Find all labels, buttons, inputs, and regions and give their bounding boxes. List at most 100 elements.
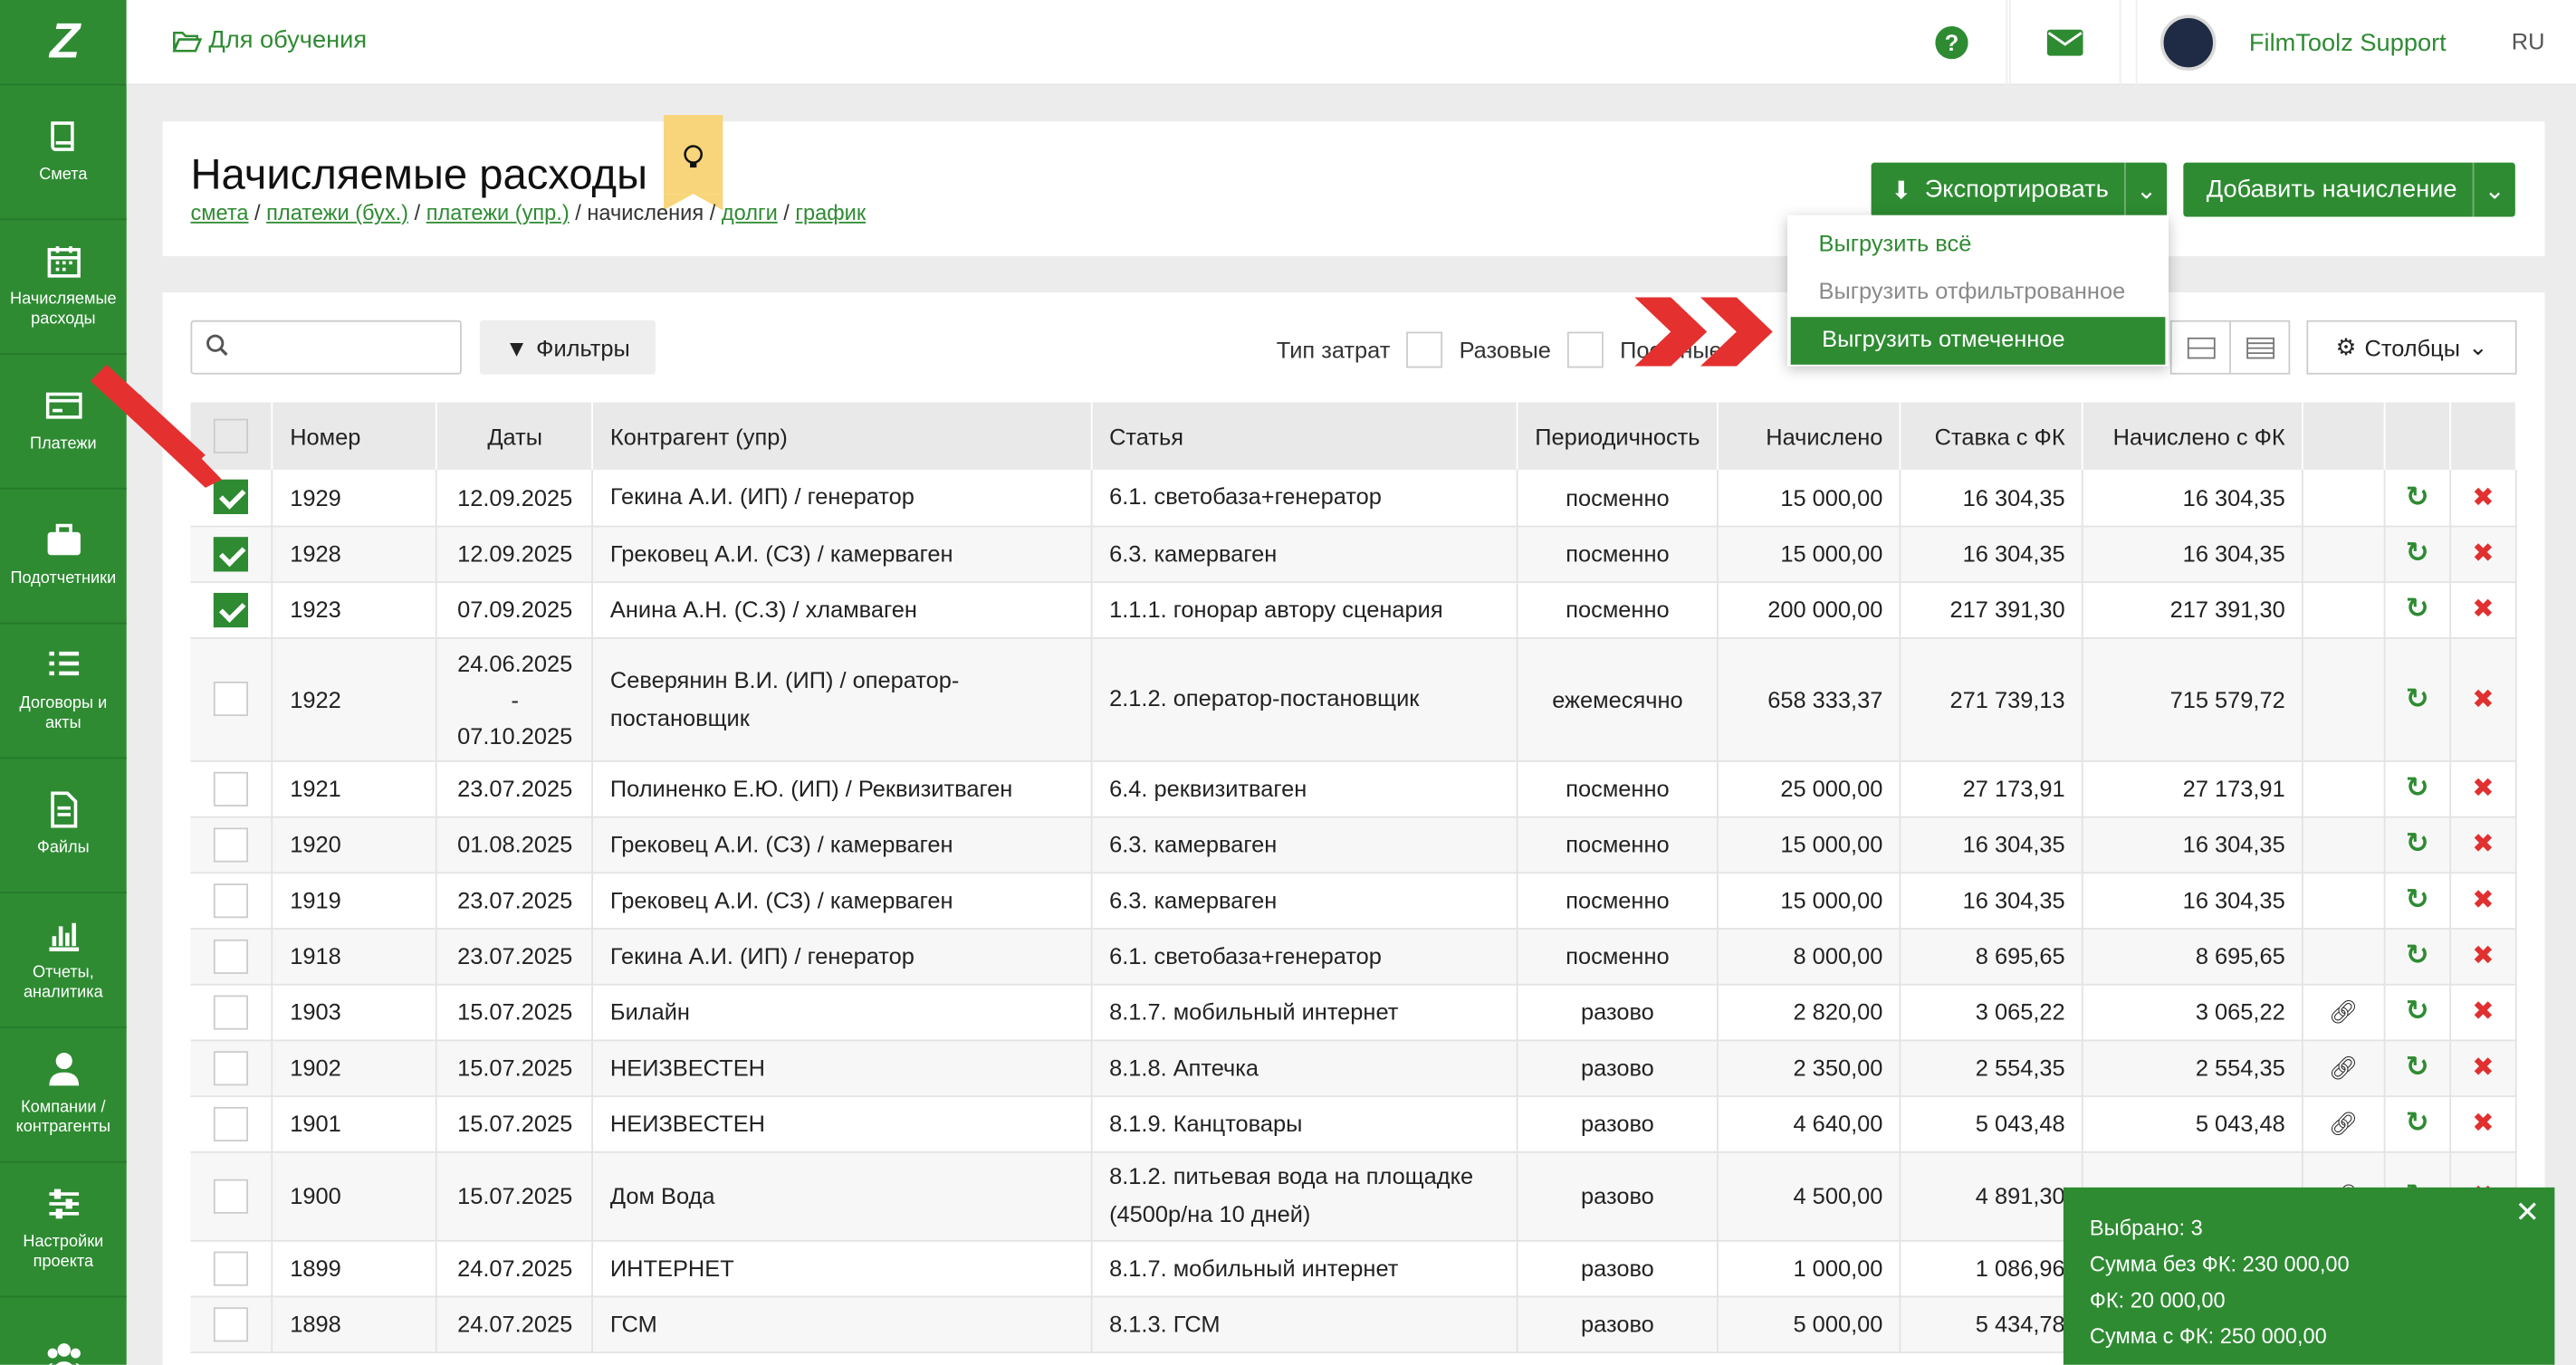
row-checkbox[interactable] (214, 1050, 249, 1085)
column-header[interactable]: Начислено с ФК (2082, 402, 2303, 470)
sidebar-item-5[interactable]: Файлы (0, 759, 127, 894)
column-header[interactable]: Периодичность (1517, 402, 1719, 470)
table-row[interactable]: 1903 15.07.2025 Билайн 8.1.7. мобильный инт… (190, 983, 2517, 1041)
column-header[interactable] (2450, 402, 2517, 470)
table-row[interactable]: 1920 01.08.2025 Грековец А.И. (СЗ) / камер… (190, 816, 2517, 873)
export-selected-item[interactable]: Выгрузить отмеченное (1790, 317, 2166, 365)
view-dense-button[interactable] (2229, 321, 2288, 373)
sidebar-item-7[interactable]: Компании / контрагенты (0, 1028, 127, 1163)
cell-periodicity: посменно (1517, 525, 1719, 583)
table-row[interactable]: 1929 12.09.2025 Гекина А.И. (ИП) / генерат… (190, 469, 2517, 527)
search-input[interactable] (190, 320, 462, 375)
sidebar-item-1[interactable]: Начисляемые расходы (0, 220, 127, 355)
language-switch[interactable]: RU (2512, 28, 2545, 54)
link-icon[interactable]: 🔗︎ (2329, 1054, 2358, 1080)
lightbulb-bookmark[interactable] (664, 115, 723, 211)
refresh-icon[interactable]: ↻ (2406, 883, 2429, 914)
export-all-item[interactable]: Выгрузить всё (1787, 222, 2169, 270)
column-header[interactable]: Контрагент (упр) (592, 402, 1093, 470)
row-checkbox[interactable] (214, 1105, 249, 1141)
refresh-icon[interactable]: ↻ (2406, 996, 2429, 1026)
sum-with-fk: Сумма с ФК: 250 000,00 (2089, 1323, 2327, 1349)
breadcrumb-item[interactable]: платежи (бух.) (266, 200, 408, 224)
link-icon[interactable]: 🔗︎ (2329, 998, 2358, 1024)
delete-icon[interactable]: ✖ (2472, 831, 2494, 859)
refresh-icon[interactable]: ↻ (2406, 537, 2429, 568)
table-row[interactable]: 1919 23.07.2025 Грековец А.И. (СЗ) / камер… (190, 872, 2517, 930)
view-compact-button[interactable] (2172, 322, 2230, 373)
table-row[interactable]: 1922 24.06.2025 - 07.10.2025 Северянин В.И… (190, 636, 2517, 761)
refresh-icon[interactable]: ↻ (2406, 593, 2429, 624)
periodic-checkbox[interactable] (1567, 331, 1604, 368)
row-checkbox[interactable] (214, 883, 249, 918)
row-checkbox[interactable] (214, 1178, 249, 1213)
column-header[interactable]: Ставка с ФК (1900, 402, 2083, 470)
column-header[interactable]: Начислено (1718, 402, 1901, 470)
sidebar-item-9[interactable] (0, 1297, 127, 1365)
messages-button[interactable] (2009, 0, 2121, 86)
user-menu[interactable]: FilmToolz Support (2135, 0, 2576, 86)
row-checkbox[interactable] (214, 826, 249, 862)
breadcrumb-item[interactable]: долги (722, 200, 778, 224)
table-row[interactable]: 1923 07.09.2025 Анина А.Н. (С.З) / хламваг… (190, 581, 2517, 638)
delete-icon[interactable]: ✖ (2472, 597, 2494, 625)
columns-button[interactable]: ⚙ Столбцы ⌄ (2306, 320, 2517, 375)
delete-icon[interactable]: ✖ (2472, 1055, 2494, 1083)
delete-icon[interactable]: ✖ (2472, 1111, 2494, 1139)
breadcrumb-item[interactable]: график (795, 200, 866, 224)
sidebar-item-8[interactable]: Настройки проекта (0, 1163, 127, 1298)
close-icon[interactable]: ✕ (2515, 1194, 2540, 1230)
export-filtered-item[interactable]: Выгрузить отфильтрованное (1787, 270, 2169, 318)
row-checkbox[interactable] (214, 1306, 249, 1341)
filters-button[interactable]: ▼ Фильтры (479, 320, 656, 375)
sidebar-item-6[interactable]: Отчеты, аналитика (0, 893, 127, 1028)
refresh-icon[interactable]: ↻ (2406, 772, 2429, 803)
table-row[interactable]: 1921 23.07.2025 Полиненко Е.Ю. (ИП) / Рекв… (190, 760, 2517, 817)
row-checkbox[interactable] (214, 1250, 249, 1285)
delete-icon[interactable]: ✖ (2472, 686, 2494, 714)
row-checkbox[interactable] (214, 681, 249, 717)
export-caret[interactable]: ⌄ (2124, 162, 2167, 217)
refresh-icon[interactable]: ↻ (2406, 827, 2429, 858)
column-header[interactable]: Статья (1092, 402, 1518, 470)
refresh-icon[interactable]: ↻ (2406, 682, 2429, 713)
column-header[interactable]: Номер (273, 402, 438, 470)
one-time-checkbox[interactable] (1406, 331, 1443, 368)
breadcrumb-item[interactable]: смета (190, 200, 248, 224)
link-icon[interactable]: 🔗︎ (2329, 1110, 2358, 1136)
export-button[interactable]: ⬇ Экспортировать ⌄ (1871, 162, 2168, 217)
row-checkbox[interactable] (214, 770, 249, 806)
app-logo[interactable]: Z (0, 0, 127, 86)
column-header[interactable] (2302, 402, 2386, 470)
refresh-icon[interactable]: ↻ (2406, 481, 2429, 511)
cell-dates: 07.09.2025 (436, 581, 594, 638)
table-row[interactable]: 1901 15.07.2025 НЕИЗВЕСТЕН 8.1.9. Канцтовар… (190, 1095, 2517, 1152)
delete-icon[interactable]: ✖ (2472, 484, 2494, 512)
row-checkbox[interactable] (214, 592, 249, 627)
table-row[interactable]: 1928 12.09.2025 Грековец А.И. (СЗ) / камер… (190, 525, 2517, 583)
delete-icon[interactable]: ✖ (2472, 775, 2494, 803)
row-checkbox[interactable] (214, 536, 249, 571)
refresh-icon[interactable]: ↻ (2406, 1107, 2429, 1138)
table-row[interactable]: 1918 23.07.2025 Гекина А.И. (ИП) / генерат… (190, 928, 2517, 985)
add-caret[interactable]: ⌄ (2472, 162, 2515, 217)
sidebar-item-0[interactable]: Смета (0, 85, 127, 221)
delete-icon[interactable]: ✖ (2472, 887, 2494, 915)
sidebar-item-3[interactable]: Подотчетники (0, 490, 127, 625)
delete-icon[interactable]: ✖ (2472, 942, 2494, 970)
row-checkbox[interactable] (214, 994, 249, 1029)
refresh-icon[interactable]: ↻ (2406, 940, 2429, 970)
refresh-icon[interactable]: ↻ (2406, 1051, 2429, 1082)
cell-contractor: Грековец А.И. (СЗ) / камерваген (592, 816, 1093, 873)
help-button[interactable]: ? (1896, 0, 2008, 86)
delete-icon[interactable]: ✖ (2472, 998, 2494, 1026)
sidebar-item-4[interactable]: Договоры и акты (0, 624, 127, 759)
column-header[interactable]: Даты (436, 402, 594, 470)
project-link[interactable]: Для обучения (172, 26, 367, 54)
row-checkbox[interactable] (214, 938, 249, 974)
column-header[interactable] (2384, 402, 2451, 470)
add-accrual-button[interactable]: Добавить начисление ⌄ (2183, 162, 2515, 217)
delete-icon[interactable]: ✖ (2472, 540, 2494, 568)
breadcrumb-item[interactable]: платежи (упр.) (426, 200, 570, 224)
table-row[interactable]: 1902 15.07.2025 НЕИЗВЕСТЕН 8.1.8. Аптечка ра… (190, 1039, 2517, 1097)
